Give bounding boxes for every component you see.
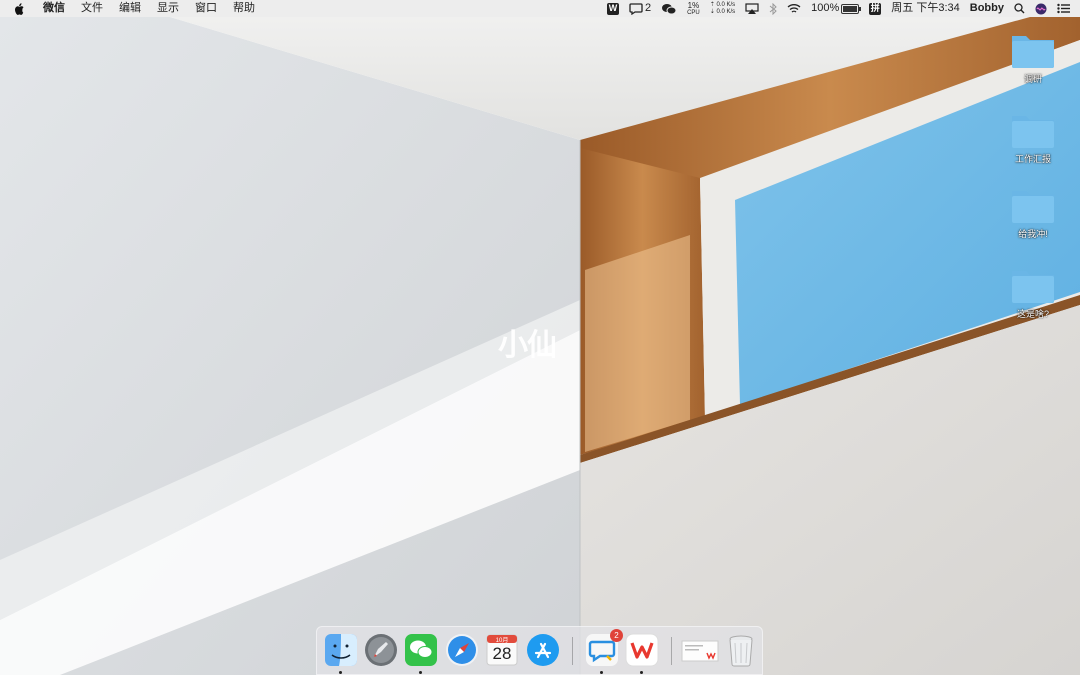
desktop-folder-what-is-this[interactable]: 这是啥? [998,265,1068,320]
running-indicator [419,671,422,674]
download-arrow-icon: ⇣ [709,8,715,15]
menu-file[interactable]: 文件 [73,0,111,17]
siri-icon[interactable] [1030,3,1052,15]
calendar-month: 10月 [495,638,509,644]
folder-label: 给我冲! [1018,229,1048,239]
cpu-monitor[interactable]: 1% CPU [682,0,705,16]
compass-icon [446,634,478,666]
folder-icon [1012,116,1054,148]
folder-icon [1012,36,1054,68]
wps-status-icon[interactable]: W [602,2,624,15]
menu-edit[interactable]: 编辑 [111,0,149,17]
dock-calendar[interactable]: 10月 28 [485,633,519,667]
input-method-indicator[interactable]: 拼 [864,2,886,15]
folder-icon [1012,191,1054,223]
folder-label: 这是啥? [1016,309,1049,319]
rocket-icon [365,634,397,666]
spotlight-search-icon[interactable] [1009,3,1030,14]
dock-separator [671,637,672,665]
net-down: 0.0 K/s [716,8,736,15]
menu-help[interactable]: 帮助 [225,0,263,17]
network-monitor[interactable]: ⇡ 0.0 K/s ⇣ 0.0 K/s [705,2,740,16]
dock-chat-app[interactable]: 2 [585,629,623,674]
user-menu[interactable]: Bobby [965,0,1009,17]
cpu-label: CPU [687,9,700,16]
folder-label: 工作汇报 [1014,154,1051,164]
dock-separator [572,637,573,665]
folder-label: 调研 [1023,74,1042,84]
folder-icon [1012,271,1054,303]
menu-bar: 微信 文件 编辑 显示 窗口 帮助 W 2 1% CPU ⇡ 0.0 K/s ⇣… [0,0,1080,17]
battery-icon [841,3,862,14]
bluetooth-icon[interactable] [764,2,782,15]
dock-finder[interactable] [324,633,358,674]
desktop-folder-research[interactable]: 调研 [998,30,1068,85]
document-thumbnail-icon [681,640,719,662]
chat-bubble-icon [629,2,643,15]
menubar-clock[interactable]: 周五 下午3:34 [886,0,964,17]
running-indicator [640,671,643,674]
airplay-icon[interactable] [740,3,764,14]
desktop-folder-go[interactable]: 给我冲! [998,185,1068,240]
dock-wps-office[interactable] [625,633,659,674]
dock-trash[interactable] [724,633,758,667]
menu-view[interactable]: 显示 [149,0,187,17]
menu-window[interactable]: 窗口 [187,0,225,17]
net-up: 0.0 K/s [716,1,736,8]
cpu-percent: 1% [687,0,700,10]
trash-icon [729,635,753,667]
dock-wechat[interactable] [404,633,438,674]
dock-launchpad[interactable] [364,633,398,667]
dock-safari[interactable] [445,633,479,667]
finder-icon [325,634,357,666]
battery-status[interactable]: 100% [806,0,864,17]
chat-status-item[interactable]: 2 [624,0,656,17]
running-indicator [339,671,342,674]
app-store-icon [527,634,559,666]
app-menu-wechat[interactable]: 微信 [35,0,73,17]
notification-center-icon[interactable] [1052,3,1080,14]
wallpaper-watermark: 小仙 [498,329,557,362]
wifi-icon[interactable] [782,3,806,14]
wechat-status-icon[interactable] [656,3,682,15]
notification-badge: 2 [610,629,623,642]
upload-arrow-icon: ⇡ [709,1,715,8]
dock-minimized-document[interactable] [681,633,719,667]
dock: 10月 28 2 [316,626,763,675]
apple-menu-icon[interactable] [0,2,35,15]
calendar-day: 28 [492,644,512,663]
desktop-folder-work-report[interactable]: 工作汇报 [998,110,1068,165]
wechat-icon [405,634,437,666]
running-indicator [600,671,603,674]
battery-percent: 100% [811,2,840,14]
dock-app-store[interactable] [526,633,560,667]
chat-count: 2 [644,2,652,14]
wps-icon [625,633,659,667]
